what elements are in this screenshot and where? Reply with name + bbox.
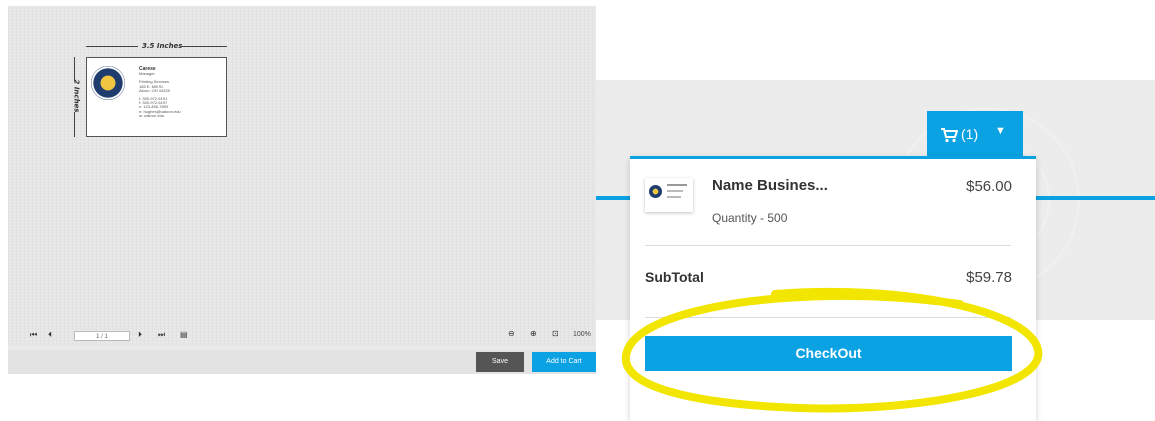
- first-page-icon[interactable]: ⏮: [30, 330, 37, 340]
- height-dimension-line: [74, 57, 75, 81]
- fit-to-screen-icon[interactable]: ⊡: [552, 329, 559, 338]
- thumbnail-text-line: [667, 190, 683, 192]
- nav-accent-bar: [1036, 196, 1155, 200]
- thumbnail-text-line: [667, 184, 687, 186]
- save-button[interactable]: Save: [476, 352, 524, 372]
- cart-count: (1): [961, 126, 979, 142]
- add-to-cart-button[interactable]: Add to Cart: [532, 352, 596, 372]
- thumbnail-text-line: [667, 196, 681, 198]
- editor-action-bar: Save Add to Cart: [8, 350, 596, 374]
- cart-item-quantity: Quantity - 500: [712, 211, 788, 225]
- page-indicator-input[interactable]: 1 / 1: [74, 331, 130, 341]
- width-dimension-line: [86, 46, 138, 47]
- width-dimension-line: [180, 46, 227, 47]
- cart-button[interactable]: (1) ▼: [927, 111, 1023, 157]
- cart-item-price: $56.00: [966, 178, 1012, 195]
- page-list-icon[interactable]: ▤: [180, 330, 188, 339]
- cart-item-thumbnail[interactable]: [645, 178, 693, 212]
- nav-accent-bar: [596, 196, 630, 200]
- highlight-ellipse-annotation: [621, 287, 1043, 413]
- university-seal-logo: [91, 66, 125, 100]
- thumbnail-seal-icon: [649, 185, 662, 198]
- next-page-icon[interactable]: ⏵: [138, 330, 142, 340]
- zoom-level: 100%: [573, 331, 591, 338]
- zoom-in-icon[interactable]: ⊕: [530, 329, 537, 338]
- last-page-icon[interactable]: ⏭: [158, 330, 165, 340]
- height-dimension-label: 2 Inches: [72, 79, 81, 113]
- zoom-out-icon[interactable]: ⊖: [508, 329, 515, 338]
- business-card-preview[interactable]: Carese Manager Printing Services 185 E. …: [86, 57, 227, 137]
- previous-page-icon[interactable]: ⏴: [48, 330, 52, 340]
- chevron-down-icon: ▼: [995, 125, 1006, 137]
- card-web: w: uakron.edu: [139, 113, 165, 119]
- design-canvas: 3.5 Inches 2 Inches Carese Manager Print…: [8, 6, 596, 346]
- shopping-cart-icon: [941, 128, 958, 143]
- height-dimension-line: [74, 112, 75, 137]
- design-editor: 3.5 Inches 2 Inches Carese Manager Print…: [8, 6, 596, 374]
- cart-item-name[interactable]: Name Busines...: [712, 177, 828, 194]
- width-dimension-label: 3.5 Inches: [142, 42, 183, 50]
- divider: [645, 245, 1011, 246]
